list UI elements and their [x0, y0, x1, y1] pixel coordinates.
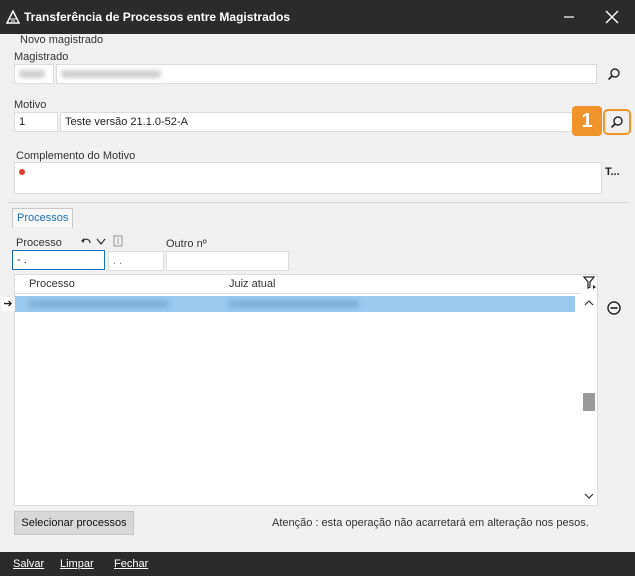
motivo-description-field[interactable]: Teste versão 21.1.0-52-A: [60, 112, 597, 132]
search-icon: [610, 116, 623, 129]
group-novo-magistrado: Novo magistrado: [20, 34, 104, 46]
undo-icon[interactable]: [80, 236, 92, 248]
outro-numero-label: Outro nº: [166, 238, 207, 250]
text-editor-button[interactable]: T...: [605, 166, 620, 178]
clear-button[interactable]: Limpar: [60, 558, 94, 570]
redacted-text: [229, 300, 359, 308]
required-indicator: [19, 169, 25, 175]
processo-number-input[interactable]: - .: [12, 250, 105, 270]
scroll-down-icon[interactable]: [584, 492, 594, 500]
bottom-toolbar: Salvar Limpar Fechar: [0, 552, 635, 576]
filter-icon[interactable]: [583, 276, 597, 290]
motivo-label: Motivo: [14, 99, 47, 111]
main-panel: Novo magistrado Magistrado Motivo 1 Test…: [0, 34, 635, 552]
scrollbar-thumb[interactable]: [583, 393, 595, 411]
complemento-textarea[interactable]: [14, 162, 602, 194]
remove-icon[interactable]: [606, 300, 622, 316]
app-logo-icon: [6, 10, 20, 24]
grid-header: Processo Juiz atual: [15, 275, 583, 294]
search-motivo-button[interactable]: [603, 109, 631, 135]
motivo-code-field[interactable]: 1: [14, 112, 58, 132]
column-header-processo[interactable]: Processo: [29, 278, 75, 290]
processo-filter-label: Processo: [16, 237, 62, 249]
close-label: Fechar: [114, 558, 149, 570]
callout-badge: 1: [572, 106, 602, 136]
close-window-button[interactable]: [592, 0, 632, 34]
complemento-label: Complemento do Motivo: [16, 150, 136, 162]
selected-row-arrow-icon: ➔: [1, 297, 15, 311]
search-magistrado-button[interactable]: [603, 63, 625, 85]
select-processes-button[interactable]: Selecionar processos: [14, 511, 134, 535]
redacted-text: [29, 300, 169, 308]
magistrado-code-field[interactable]: [14, 64, 54, 84]
redacted-text: [19, 70, 45, 79]
outro-numero-input[interactable]: [166, 251, 289, 271]
attention-note: Atenção : esta operação não acarretará e…: [272, 517, 589, 529]
search-icon: [607, 68, 620, 81]
vertical-scrollbar[interactable]: [581, 293, 597, 505]
close-icon: [605, 10, 619, 24]
minimize-icon: [564, 16, 574, 18]
table-row[interactable]: ➔: [1, 296, 575, 312]
processos-grid: Processo Juiz atual ➔: [1, 274, 598, 506]
column-header-juiz-atual[interactable]: Juiz atual: [229, 278, 275, 290]
save-button[interactable]: Salvar: [13, 558, 44, 570]
divider: [8, 202, 628, 203]
window-title: Transferência de Processos entre Magistr…: [24, 10, 291, 24]
scroll-up-icon[interactable]: [584, 299, 594, 307]
close-button[interactable]: Fechar: [114, 558, 148, 570]
redacted-text: [61, 70, 161, 79]
tab-processos[interactable]: Processos: [12, 208, 74, 229]
magistrado-label: Magistrado: [14, 51, 69, 63]
minimize-button[interactable]: [549, 0, 589, 34]
clear-label: Limpar: [60, 558, 94, 570]
save-label: Salvar: [13, 558, 45, 570]
processo-secondary-input[interactable]: . .: [108, 251, 164, 271]
magistrado-name-field[interactable]: [56, 64, 597, 84]
chevron-down-icon[interactable]: [96, 238, 106, 246]
info-icon[interactable]: [113, 235, 123, 247]
title-bar: Transferência de Processos entre Magistr…: [0, 0, 635, 34]
